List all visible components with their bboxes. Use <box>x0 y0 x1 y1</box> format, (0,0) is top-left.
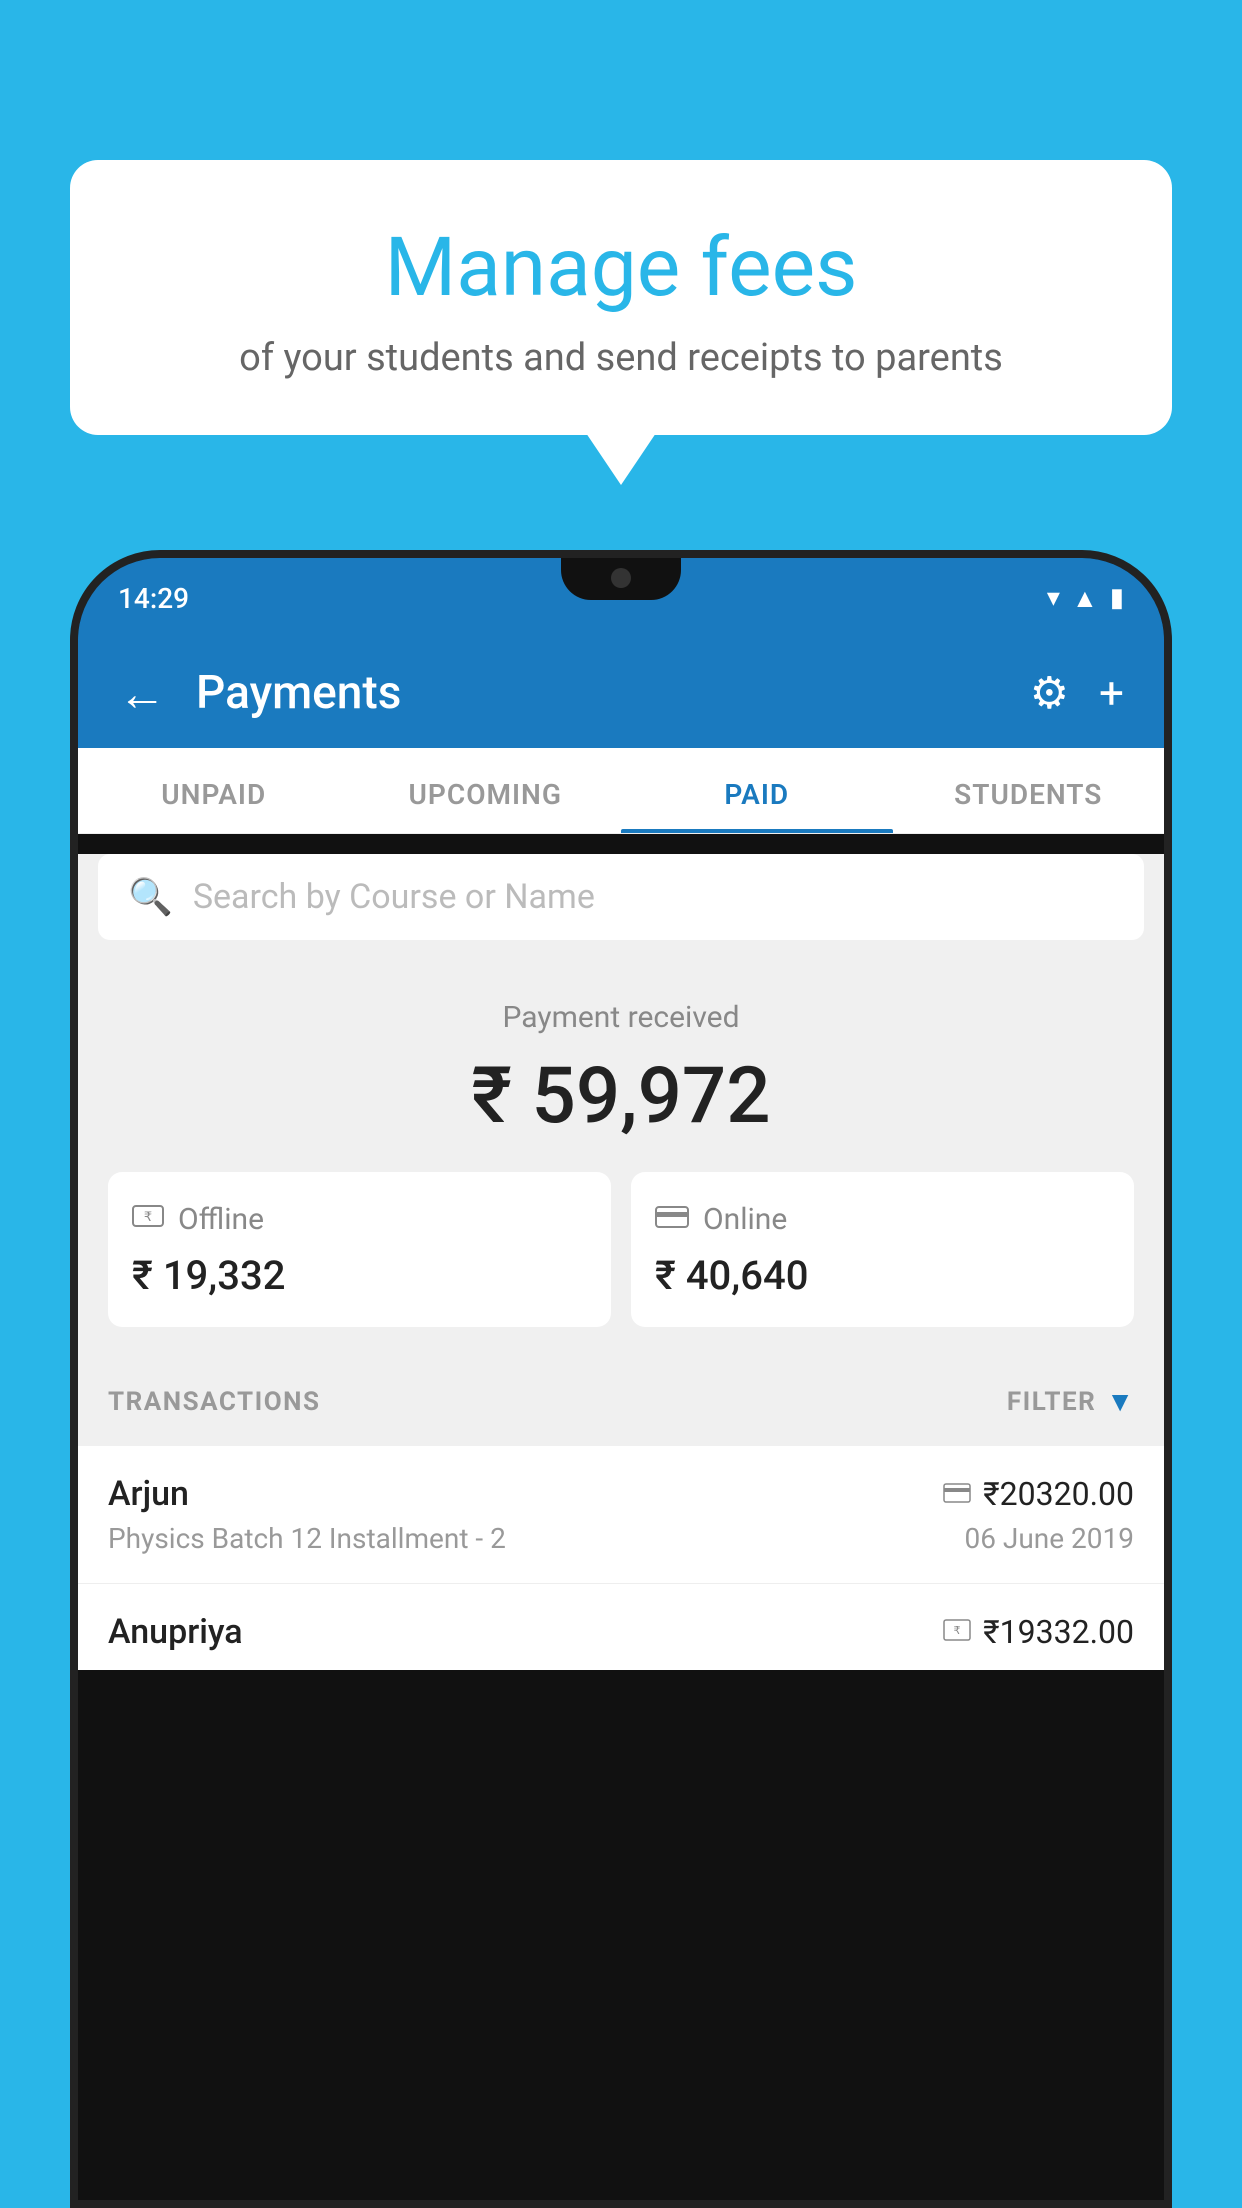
phone-frame: 14:29 ▾ ▲ ▮ ← Payments ⚙ + UNPAID UPCOMI… <box>70 550 1172 2208</box>
transaction-detail: Physics Batch 12 Installment - 2 <box>108 1522 506 1555</box>
filter-label: FILTER <box>1007 1387 1096 1417</box>
payment-received-label: Payment received <box>108 1000 1134 1035</box>
offline-label: Offline <box>178 1202 264 1237</box>
status-icons: ▾ ▲ ▮ <box>1047 583 1124 614</box>
settings-icon[interactable]: ⚙ <box>1030 667 1069 719</box>
filter-icon: ▼ <box>1106 1385 1134 1418</box>
status-time: 14:29 <box>118 582 189 615</box>
transaction-top-2: Anupriya ₹ ₹19332.00 <box>108 1612 1134 1652</box>
offline-payment-icon-2: ₹ <box>943 1616 971 1649</box>
bubble-subtitle: of your students and send receipts to pa… <box>120 336 1122 380</box>
transaction-date: 06 June 2019 <box>964 1522 1134 1555</box>
online-amount: ₹ 40,640 <box>655 1252 1110 1299</box>
transaction-top: Arjun ₹20320.00 <box>108 1474 1134 1514</box>
wifi-icon: ▾ <box>1047 583 1060 613</box>
status-bar: 14:29 ▾ ▲ ▮ <box>78 558 1164 638</box>
transaction-amount-2: ₹19332.00 <box>983 1613 1134 1651</box>
tab-paid[interactable]: PAID <box>621 748 893 833</box>
search-placeholder-text: Search by Course or Name <box>193 877 595 917</box>
header-icons: ⚙ + <box>1030 667 1124 719</box>
add-icon[interactable]: + <box>1099 667 1124 719</box>
transactions-label: TRANSACTIONS <box>108 1387 320 1417</box>
offline-card-header: ₹ Offline <box>132 1200 587 1238</box>
transaction-row[interactable]: Arjun ₹20320.00 Physics Batch 12 Install… <box>78 1446 1164 1584</box>
transaction-name-2: Anupriya <box>108 1612 243 1652</box>
online-payment-card: Online ₹ 40,640 <box>631 1172 1134 1327</box>
transaction-bottom: Physics Batch 12 Installment - 2 06 June… <box>108 1522 1134 1555</box>
svg-text:₹: ₹ <box>954 1625 961 1637</box>
svg-text:₹: ₹ <box>144 1209 152 1224</box>
online-card-header: Online <box>655 1200 1110 1238</box>
speech-bubble: Manage fees of your students and send re… <box>70 160 1172 435</box>
transaction-amount-row-2: ₹ ₹19332.00 <box>943 1613 1134 1651</box>
tab-upcoming[interactable]: UPCOMING <box>350 748 622 833</box>
search-bar[interactable]: 🔍 Search by Course or Name <box>98 854 1144 940</box>
payment-block: Payment received ₹ 59,972 ₹ Offline <box>78 960 1164 1357</box>
back-button[interactable]: ← <box>118 665 166 722</box>
transaction-amount: ₹20320.00 <box>983 1475 1134 1513</box>
online-payment-icon <box>943 1478 971 1511</box>
online-icon <box>655 1200 689 1238</box>
transaction-amount-row: ₹20320.00 <box>943 1475 1134 1513</box>
payment-cards: ₹ Offline ₹ 19,332 <box>108 1172 1134 1327</box>
offline-icon: ₹ <box>132 1200 164 1238</box>
online-label: Online <box>703 1202 787 1237</box>
tab-unpaid[interactable]: UNPAID <box>78 748 350 833</box>
payment-total-amount: ₹ 59,972 <box>108 1051 1134 1142</box>
search-icon: 🔍 <box>128 876 173 918</box>
filter-area[interactable]: FILTER ▼ <box>1007 1385 1134 1418</box>
app-header: ← Payments ⚙ + <box>78 638 1164 748</box>
bubble-title: Manage fees <box>120 220 1122 316</box>
notch <box>561 558 681 600</box>
camera-dot <box>611 568 631 588</box>
header-title: Payments <box>196 666 1030 720</box>
signal-icon: ▲ <box>1072 583 1098 614</box>
transaction-name: Arjun <box>108 1474 189 1514</box>
tab-students[interactable]: STUDENTS <box>893 748 1165 833</box>
transaction-row-partial[interactable]: Anupriya ₹ ₹19332.00 <box>78 1584 1164 1670</box>
tabs-bar: UNPAID UPCOMING PAID STUDENTS <box>78 748 1164 834</box>
offline-amount: ₹ 19,332 <box>132 1252 587 1299</box>
battery-icon: ▮ <box>1110 583 1124 613</box>
offline-payment-card: ₹ Offline ₹ 19,332 <box>108 1172 611 1327</box>
screen-content: 🔍 Search by Course or Name Payment recei… <box>78 854 1164 1670</box>
transactions-header: TRANSACTIONS FILTER ▼ <box>78 1357 1164 1446</box>
